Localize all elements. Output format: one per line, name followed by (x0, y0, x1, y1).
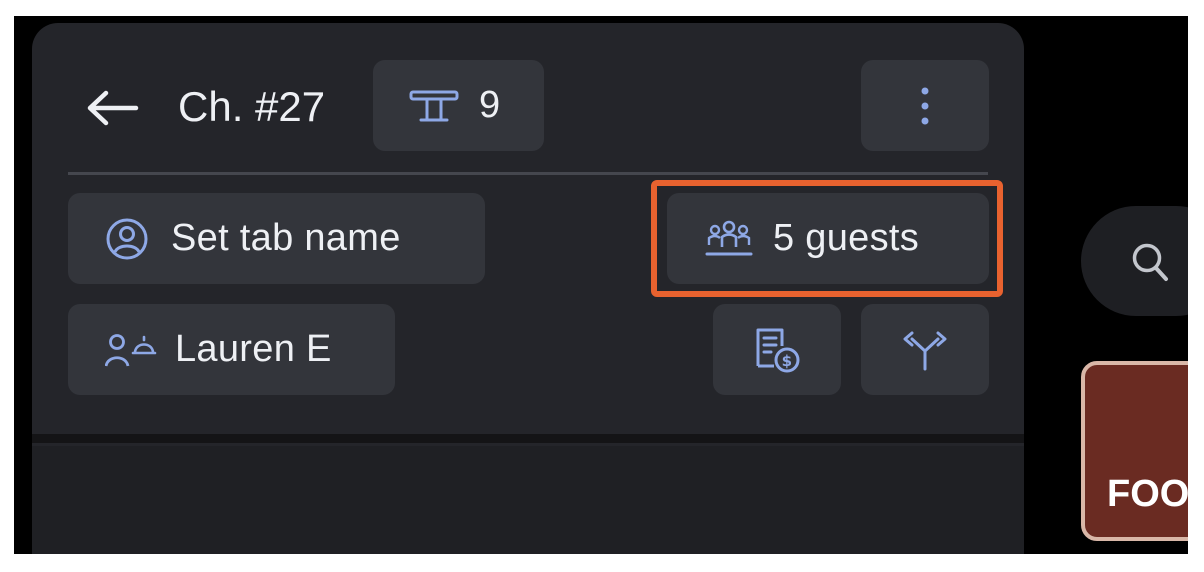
check-title: Ch. #27 (178, 83, 326, 130)
panel-divider (32, 434, 1024, 443)
app-window: Ch. #27 9 Set tab name 5 guests Lauren E… (14, 16, 1188, 554)
set-tab-name-button[interactable]: Set tab name (68, 193, 485, 284)
table-number-button[interactable]: 9 (373, 60, 544, 151)
server-label: Lauren E (175, 328, 332, 370)
split-check-button[interactable] (861, 304, 989, 395)
food-category-card[interactable]: FOO (1081, 361, 1188, 541)
table-icon (409, 89, 459, 123)
receipt-dollar-icon: $ (752, 326, 802, 374)
user-circle-icon (105, 217, 149, 261)
more-vertical-icon (920, 86, 930, 126)
server-button[interactable]: Lauren E (68, 304, 395, 395)
search-icon (1130, 241, 1170, 283)
back-arrow-icon[interactable] (86, 88, 140, 128)
food-category-label: FOO (1107, 473, 1188, 515)
menu-search-field[interactable] (1081, 206, 1188, 316)
payment-button[interactable]: $ (713, 304, 841, 395)
svg-text:$: $ (782, 352, 793, 370)
order-items-area (32, 446, 1024, 554)
header-separator (68, 172, 988, 175)
set-tab-name-label: Set tab name (171, 217, 401, 259)
guests-highlight (651, 180, 1003, 297)
split-arrows-icon (900, 329, 950, 371)
server-icon (105, 331, 157, 369)
table-number: 9 (479, 84, 501, 126)
more-options-button[interactable] (861, 60, 989, 151)
